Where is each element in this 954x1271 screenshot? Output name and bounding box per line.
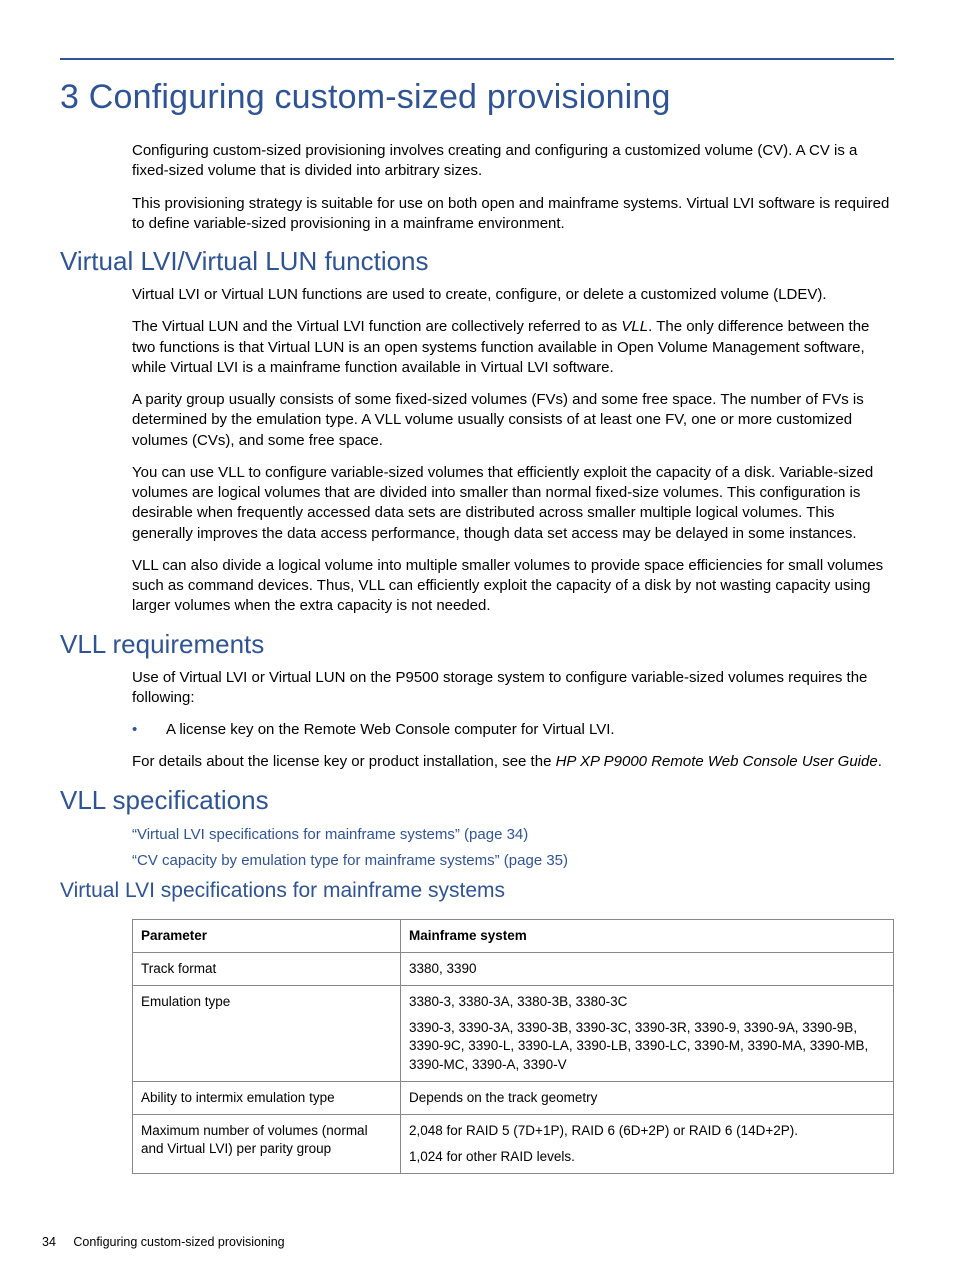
emulation-line1: 3380-3, 3380-3A, 3380-3B, 3380-3C bbox=[409, 994, 627, 1009]
reqs-bullet-row: • A license key on the Remote Web Consol… bbox=[132, 720, 894, 740]
td-value-emulation-type: 3380-3, 3380-3A, 3380-3B, 3380-3C 3390-3… bbox=[401, 985, 894, 1081]
vll-functions-block: Virtual LVI or Virtual LUN functions are… bbox=[60, 285, 894, 617]
funcs-p5: VLL can also divide a logical volume int… bbox=[132, 556, 894, 617]
table-row: Track format 3380, 3390 bbox=[133, 952, 894, 985]
vll-specs-block: “Virtual LVI specifications for mainfram… bbox=[60, 824, 894, 873]
xref-cv-capacity[interactable]: “CV capacity by emulation type for mainf… bbox=[132, 850, 894, 873]
spec-table: Parameter Mainframe system Track format … bbox=[132, 919, 894, 1175]
top-rule bbox=[60, 58, 894, 60]
bullet-icon: • bbox=[132, 720, 166, 740]
reqs-p2: For details about the license key or pro… bbox=[132, 752, 894, 772]
td-value-intermix: Depends on the track geometry bbox=[401, 1081, 894, 1114]
intro-block: Configuring custom-sized provisioning in… bbox=[60, 141, 894, 234]
intro-p2: This provisioning strategy is suitable f… bbox=[132, 194, 894, 235]
table-row: Maximum number of volumes (normal and Vi… bbox=[133, 1115, 894, 1174]
reqs-p2a: For details about the license key or pro… bbox=[132, 753, 556, 770]
sec-vll-requirements-heading: VLL requirements bbox=[60, 629, 894, 660]
td-param-intermix: Ability to intermix emulation type bbox=[133, 1081, 401, 1114]
footer-title: Configuring custom-sized provisioning bbox=[73, 1235, 284, 1249]
reqs-p2c: . bbox=[878, 753, 882, 770]
sec-vll-specifications-heading: VLL specifications bbox=[60, 785, 894, 816]
td-param-emulation-type: Emulation type bbox=[133, 985, 401, 1081]
xref-virtual-lvi-specs[interactable]: “Virtual LVI specifications for mainfram… bbox=[132, 824, 894, 847]
td-param-max-volumes: Maximum number of volumes (normal and Vi… bbox=[133, 1115, 401, 1174]
sec-virtual-lvi-specs-heading: Virtual LVI specifications for mainframe… bbox=[60, 879, 894, 903]
intro-p1: Configuring custom-sized provisioning in… bbox=[132, 141, 894, 182]
td-value-max-volumes: 2,048 for RAID 5 (7D+1P), RAID 6 (6D+2P)… bbox=[401, 1115, 894, 1174]
funcs-p3: A parity group usually consists of some … bbox=[132, 390, 894, 451]
funcs-p1: Virtual LVI or Virtual LUN functions are… bbox=[132, 285, 894, 305]
th-parameter: Parameter bbox=[133, 919, 401, 952]
reqs-p2b: HP XP P9000 Remote Web Console User Guid… bbox=[556, 753, 878, 770]
chapter-title: 3 Configuring custom-sized provisioning bbox=[60, 78, 894, 117]
reqs-b1: A license key on the Remote Web Console … bbox=[166, 720, 615, 740]
funcs-p4: You can use VLL to configure variable-si… bbox=[132, 463, 894, 544]
sec-vll-functions-heading: Virtual LVI/Virtual LUN functions bbox=[60, 246, 894, 277]
table-row: Emulation type 3380-3, 3380-3A, 3380-3B,… bbox=[133, 985, 894, 1081]
funcs-p2: The Virtual LUN and the Virtual LVI func… bbox=[132, 317, 894, 378]
page-footer: 34 Configuring custom-sized provisioning bbox=[42, 1235, 285, 1249]
emulation-line2: 3390-3, 3390-3A, 3390-3B, 3390-3C, 3390-… bbox=[409, 1019, 885, 1074]
page-number: 34 bbox=[42, 1235, 56, 1249]
funcs-p2a: The Virtual LUN and the Virtual LVI func… bbox=[132, 318, 621, 335]
funcs-p2b: VLL bbox=[621, 318, 648, 335]
table-row: Ability to intermix emulation type Depen… bbox=[133, 1081, 894, 1114]
td-param-track-format: Track format bbox=[133, 952, 401, 985]
td-value-track-format: 3380, 3390 bbox=[401, 952, 894, 985]
th-mainframe: Mainframe system bbox=[401, 919, 894, 952]
reqs-p1: Use of Virtual LVI or Virtual LUN on the… bbox=[132, 668, 894, 709]
maxvol-line1: 2,048 for RAID 5 (7D+1P), RAID 6 (6D+2P)… bbox=[409, 1123, 798, 1138]
vll-reqs-block: Use of Virtual LVI or Virtual LUN on the… bbox=[60, 668, 894, 773]
spec-table-block: Parameter Mainframe system Track format … bbox=[60, 919, 894, 1175]
maxvol-line2: 1,024 for other RAID levels. bbox=[409, 1148, 885, 1166]
table-header-row: Parameter Mainframe system bbox=[133, 919, 894, 952]
